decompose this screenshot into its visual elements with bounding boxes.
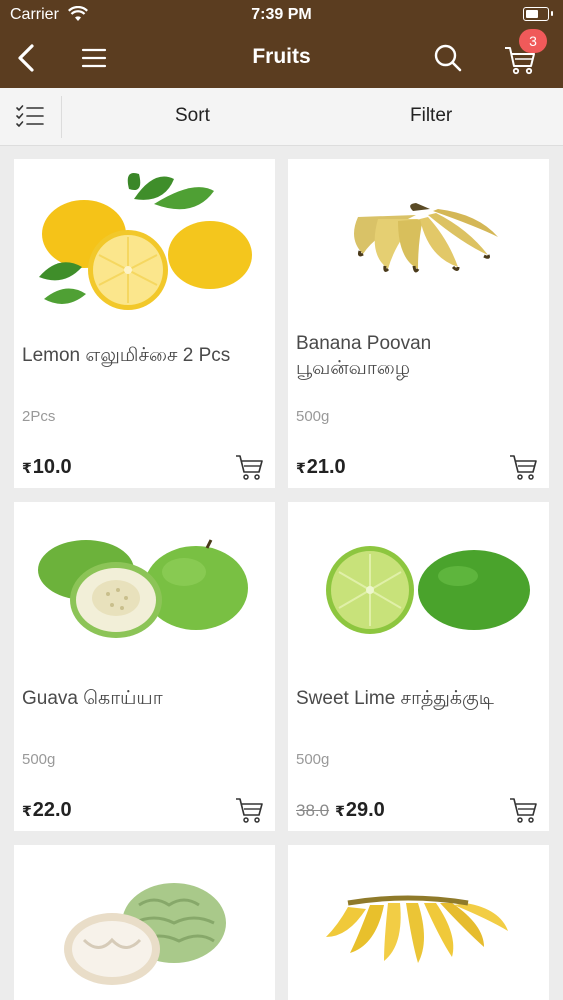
product-price: 38.0 ₹29.0 [296, 799, 385, 822]
original-price: 38.0 [296, 801, 330, 820]
currency-symbol: ₹ [22, 803, 32, 819]
product-name: Guava கொய்யா [22, 688, 163, 709]
add-to-cart-icon[interactable] [235, 453, 265, 481]
product-weight: 500g [22, 751, 56, 768]
currency-symbol: ₹ [296, 460, 306, 476]
product-name: Sweet Lime சாத்துக்குடி [296, 688, 494, 709]
banana-bunch-image [326, 895, 508, 963]
app-header: Carrier 7:39 PM Fruits 3 [0, 0, 563, 88]
search-icon [434, 44, 462, 72]
toolbar-divider [61, 96, 62, 138]
add-to-cart-icon[interactable] [235, 796, 265, 824]
add-to-cart-icon[interactable] [509, 453, 539, 481]
product-card-custard-apple[interactable] [14, 845, 275, 1000]
product-card-lemon[interactable]: Lemon எலுமிச்சை 2 Pcs 2Pcs ₹10.0 [14, 159, 275, 488]
product-name: Lemon எலுமிச்சை 2 Pcs [22, 345, 231, 366]
price-value: 22.0 [32, 799, 72, 821]
currency-symbol: ₹ [22, 460, 32, 476]
product-price: ₹21.0 [296, 456, 346, 479]
product-price: ₹10.0 [22, 456, 72, 479]
product-card-guava[interactable]: Guava கொய்யா 500g ₹22.0 [14, 502, 275, 831]
product-weight: 500g [296, 751, 330, 768]
sort-filter-bar: Sort Filter [0, 88, 563, 146]
list-view-button[interactable] [8, 98, 52, 136]
price-value: 10.0 [32, 456, 72, 478]
nav-bar: Fruits [0, 30, 563, 88]
status-time: 7:39 PM [251, 6, 312, 23]
sort-button[interactable]: Sort [175, 105, 210, 127]
product-card-banana-poovan[interactable]: Banana Poovan பூவன்வாழை 500g ₹21.0 [288, 159, 549, 488]
sweet-lime-image [326, 546, 530, 634]
product-name: Banana Poovan பூவன்வாழை [296, 333, 432, 379]
page-title: Fruits [252, 45, 311, 68]
checklist-icon [16, 105, 44, 127]
battery-level [526, 10, 538, 18]
product-weight: 2Pcs [22, 408, 56, 425]
filter-button[interactable]: Filter [410, 105, 452, 127]
lemon-image [39, 173, 252, 310]
battery-icon [523, 7, 553, 21]
banana-image [354, 203, 498, 273]
search-button[interactable] [428, 38, 468, 78]
custard-apple-image [64, 883, 226, 985]
price-value: 21.0 [306, 456, 346, 478]
product-card-sweet-lime[interactable]: Sweet Lime சாத்துக்குடி 500g 38.0 ₹29.0 [288, 502, 549, 831]
price-value: 29.0 [345, 799, 385, 821]
add-to-cart-icon[interactable] [509, 796, 539, 824]
cart-count-badge: 3 [519, 29, 547, 53]
product-price: ₹22.0 [22, 799, 72, 822]
status-bar: Carrier 7:39 PM [0, 0, 563, 30]
product-weight: 500g [296, 408, 330, 425]
guava-image [38, 539, 248, 638]
product-card-banana-bunch[interactable] [288, 845, 549, 1000]
currency-symbol: ₹ [335, 803, 345, 819]
